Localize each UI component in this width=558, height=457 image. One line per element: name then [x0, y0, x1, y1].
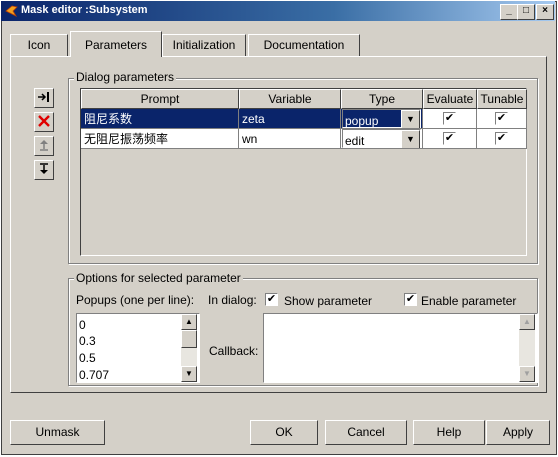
column-header-variable[interactable]: Variable — [239, 89, 341, 109]
delete-parameter-icon — [38, 115, 50, 127]
close-icon[interactable]: × — [536, 4, 554, 20]
minimize-icon[interactable]: _ — [500, 4, 518, 20]
evaluate-checkbox[interactable]: ✔ — [443, 132, 456, 145]
scroll-thumb[interactable] — [181, 330, 197, 348]
chevron-down-icon[interactable]: ▼ — [401, 130, 420, 148]
popup-option: 0 — [79, 318, 86, 332]
table-row[interactable]: 阻尼系数 zeta popup ▼ ✔ ✔ — [81, 109, 527, 129]
scroll-up-icon[interactable]: ▲ — [181, 314, 197, 330]
maximize-icon[interactable]: □ — [517, 4, 535, 20]
tunable-checkbox[interactable]: ✔ — [495, 112, 508, 125]
column-header-type[interactable]: Type — [341, 89, 423, 109]
parameters-table: Prompt Variable Type Evaluate Tunable 阻尼… — [80, 88, 527, 256]
enable-parameter-checkbox[interactable]: ✔ — [404, 293, 417, 306]
add-parameter-icon — [38, 92, 49, 102]
column-header-prompt[interactable]: Prompt — [81, 89, 239, 109]
title-bar[interactable]: Mask editor :Subsystem _ □ × — [1, 1, 555, 21]
callback-label: Callback: — [209, 344, 259, 358]
type-cell: edit ▼ — [341, 129, 423, 149]
show-parameter-checkbox[interactable]: ✔ — [265, 293, 278, 306]
popup-option: 0.3 — [79, 334, 96, 348]
show-parameter-label[interactable]: Show parameter — [284, 294, 372, 308]
chevron-down-icon[interactable]: ▼ — [401, 110, 420, 128]
column-header-evaluate[interactable]: Evaluate — [423, 89, 477, 109]
prompt-cell[interactable]: 无阻尼振荡频率 — [81, 129, 239, 149]
move-up-button[interactable] — [34, 136, 54, 156]
options-legend: Options for selected parameter — [74, 271, 243, 285]
scroll-down-icon[interactable]: ▼ — [519, 366, 535, 382]
tab-initialization-label: Initialization — [172, 38, 236, 52]
enable-parameter-label[interactable]: Enable parameter — [421, 294, 516, 308]
variable-cell[interactable]: wn — [239, 129, 341, 149]
dialog-parameters-legend: Dialog parameters — [74, 70, 177, 84]
type-dropdown[interactable]: popup ▼ — [342, 109, 421, 128]
cancel-button[interactable]: Cancel — [325, 420, 407, 445]
popup-option: 0.5 — [79, 351, 96, 365]
callback-textarea[interactable]: ▲ ▼ — [263, 313, 538, 383]
tunable-cell: ✔ — [477, 129, 527, 149]
evaluate-checkbox[interactable]: ✔ — [443, 112, 456, 125]
move-down-icon — [40, 163, 48, 174]
window-title: Mask editor :Subsystem — [21, 4, 148, 16]
tab-parameters[interactable]: Parameters — [70, 31, 162, 57]
tunable-checkbox[interactable]: ✔ — [495, 132, 508, 145]
tab-parameters-label: Parameters — [84, 38, 148, 52]
move-up-icon — [40, 140, 48, 151]
callback-scrollbar[interactable]: ▲ ▼ — [519, 314, 535, 382]
evaluate-cell: ✔ — [423, 109, 477, 129]
delete-parameter-button[interactable] — [34, 112, 54, 132]
popups-label: Popups (one per line): — [76, 293, 195, 307]
popups-scrollbar[interactable]: ▲ ▼ — [181, 314, 197, 382]
prompt-cell[interactable]: 阻尼系数 — [81, 109, 239, 129]
table-row[interactable]: 无阻尼振荡频率 wn edit ▼ ✔ ✔ — [81, 129, 527, 149]
type-cell: popup ▼ — [341, 109, 423, 129]
ok-button[interactable]: OK — [250, 420, 318, 445]
type-value: edit — [345, 134, 365, 148]
evaluate-cell: ✔ — [423, 129, 477, 149]
popup-option: 0.707 — [79, 368, 110, 382]
apply-button[interactable]: Apply — [486, 420, 550, 445]
help-button[interactable]: Help — [413, 420, 485, 445]
add-parameter-button[interactable] — [34, 88, 54, 108]
move-down-button[interactable] — [34, 160, 54, 180]
tab-documentation[interactable]: Documentation — [248, 34, 360, 56]
tunable-cell: ✔ — [477, 109, 527, 129]
type-dropdown[interactable]: edit ▼ — [342, 129, 421, 148]
simulink-logo-icon — [5, 5, 18, 17]
variable-cell[interactable]: zeta — [239, 109, 341, 129]
popups-textarea[interactable]: 0 0.3 0.5 0.707 ▲ ▼ — [76, 313, 200, 383]
scroll-up-icon[interactable]: ▲ — [519, 314, 535, 330]
in-dialog-label: In dialog: — [208, 293, 257, 307]
scroll-down-icon[interactable]: ▼ — [181, 366, 197, 382]
tab-icon-label: Icon — [27, 38, 51, 52]
tab-icon[interactable]: Icon — [10, 34, 68, 56]
tab-initialization[interactable]: Initialization — [162, 34, 246, 56]
type-value: popup — [345, 114, 379, 128]
unmask-button[interactable]: Unmask — [10, 420, 105, 445]
tab-documentation-label: Documentation — [263, 38, 345, 52]
column-header-tunable[interactable]: Tunable — [477, 89, 527, 109]
